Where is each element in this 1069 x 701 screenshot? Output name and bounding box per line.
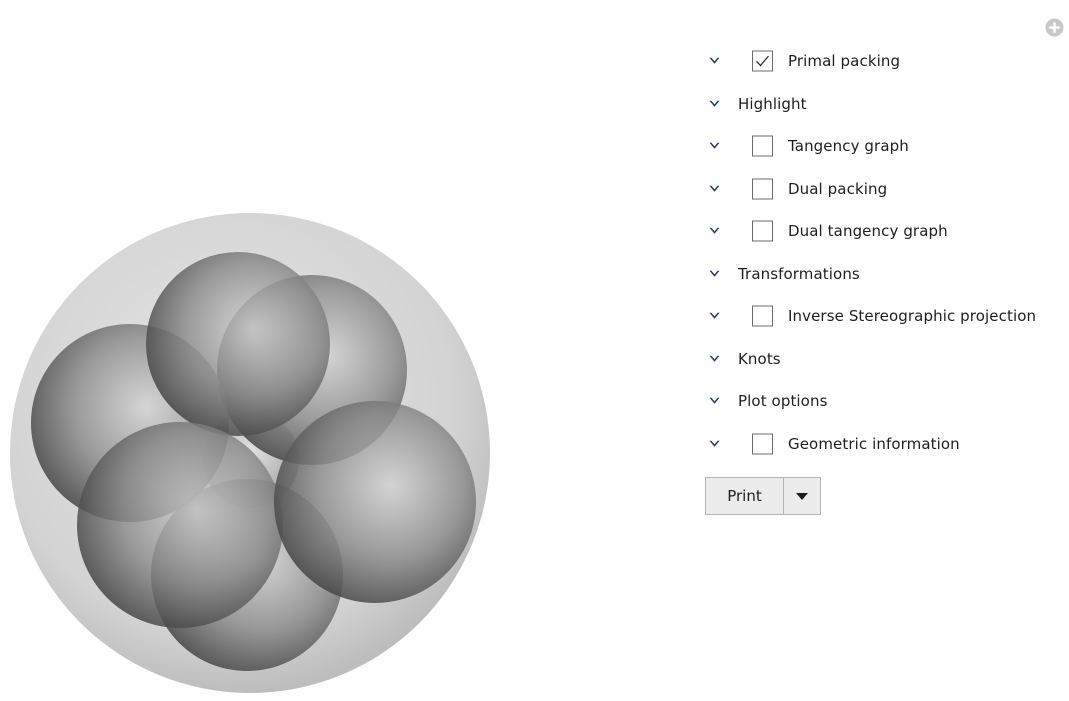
control-row-tangency-graph: Tangency graph: [702, 125, 1062, 168]
control-row-plot-options: Plot options: [702, 380, 1062, 423]
control-label: Transformations: [738, 264, 860, 283]
print-button[interactable]: Print: [706, 478, 784, 514]
control-row-primal-packing: Primal packing: [702, 40, 1062, 83]
control-label: Dual tangency graph: [788, 222, 948, 241]
inner-sphere: [77, 422, 283, 628]
chevron-down-icon[interactable]: [709, 440, 720, 448]
chevron-down-icon[interactable]: [709, 100, 720, 108]
primal-packing-checkbox[interactable]: [752, 50, 773, 72]
control-label: Highlight: [738, 94, 807, 113]
chevron-down-icon[interactable]: [709, 312, 720, 320]
control-label: Geometric information: [788, 434, 960, 453]
control-row-transformations: Transformations: [702, 253, 1062, 296]
chevron-down-icon[interactable]: [709, 57, 720, 65]
chevron-down-icon[interactable]: [709, 355, 720, 363]
check-icon: [756, 55, 769, 67]
control-label: Knots: [738, 349, 781, 368]
chevron-down-icon[interactable]: [709, 185, 720, 193]
inverse-stereographic-projection-checkbox[interactable]: [752, 305, 773, 327]
packing-viewer: Primal packing Highlight Tangency graph …: [0, 0, 1069, 701]
sphere-packing-svg: [10, 213, 490, 693]
geometric-information-checkbox[interactable]: [752, 433, 773, 455]
sphere-packing-plot[interactable]: [0, 200, 500, 701]
control-label: Plot options: [738, 392, 828, 411]
tangency-graph-checkbox[interactable]: [752, 135, 773, 157]
control-label: Dual packing: [788, 179, 888, 198]
dual-packing-checkbox[interactable]: [752, 178, 773, 200]
control-row-highlight: Highlight: [702, 83, 1062, 126]
control-label: Inverse Stereographic projection: [788, 307, 1037, 326]
control-row-knots: Knots: [702, 338, 1062, 381]
control-row-dual-tangency-graph: Dual tangency graph: [702, 210, 1062, 253]
print-split-button: Print: [705, 477, 821, 515]
control-row-inverse-stereographic-projection: Inverse Stereographic projection: [702, 295, 1062, 338]
add-circle-icon[interactable]: [1045, 18, 1064, 37]
inner-sphere: [274, 401, 476, 603]
print-dropdown-button[interactable]: [784, 478, 820, 514]
dual-tangency-graph-checkbox[interactable]: [752, 220, 773, 242]
chevron-down-icon[interactable]: [709, 227, 720, 235]
chevron-down-icon[interactable]: [709, 270, 720, 278]
control-label: Primal packing: [788, 52, 901, 71]
caret-down-icon: [796, 492, 808, 500]
options-panel: Primal packing Highlight Tangency graph …: [702, 40, 1062, 465]
chevron-down-icon[interactable]: [709, 142, 720, 150]
control-label: Tangency graph: [788, 137, 909, 156]
chevron-down-icon[interactable]: [709, 397, 720, 405]
control-row-dual-packing: Dual packing: [702, 168, 1062, 211]
control-row-geometric-information: Geometric information: [702, 423, 1062, 466]
inner-sphere: [146, 252, 330, 436]
